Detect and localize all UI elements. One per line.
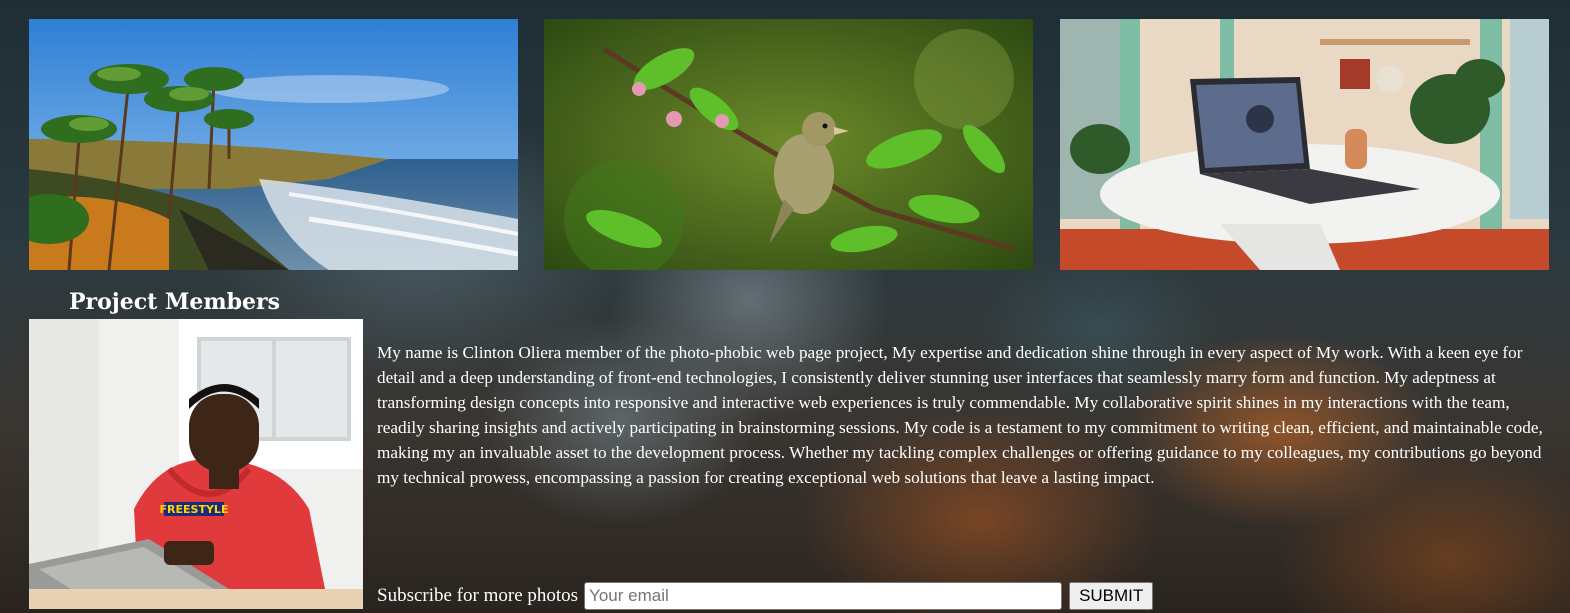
laptop-photo <box>1060 19 1549 270</box>
section-heading: Project Members <box>69 289 280 315</box>
hoodie-print: FREESTYLE <box>160 503 229 516</box>
submit-button[interactable]: SUBMIT <box>1069 581 1154 610</box>
beach-photo <box>29 19 518 270</box>
subscribe-label: Subscribe for more photos <box>377 584 579 606</box>
subscribe-form: Subscribe for more photos SUBMIT <box>377 581 1154 610</box>
bird-photo <box>544 19 1033 270</box>
member-bio: My name is Clinton Oliera member of the … <box>377 343 1543 487</box>
member-photo: FREESTYLE <box>29 319 363 609</box>
email-field[interactable] <box>584 581 1063 610</box>
